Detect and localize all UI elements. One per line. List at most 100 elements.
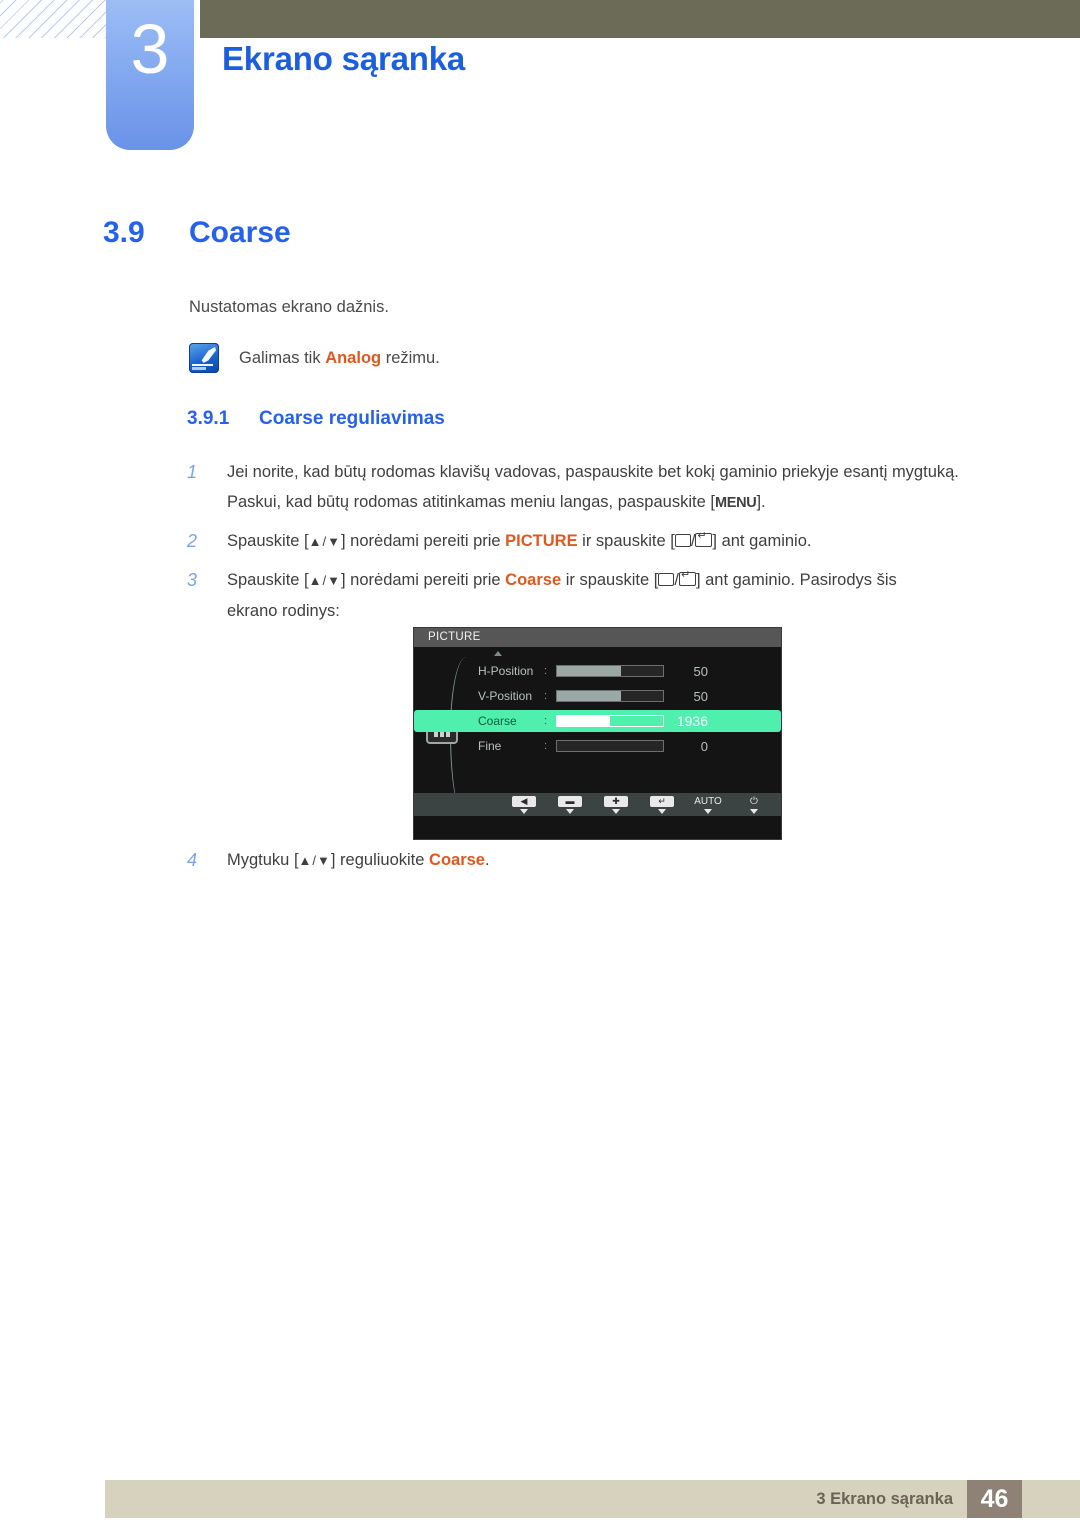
osd-slider[interactable] bbox=[556, 690, 664, 702]
updown-arrow-keys-icon: ▲/▼ bbox=[308, 534, 341, 549]
step-1-line-2-a: Paskui, kad būtų rodomas atitinkamas men… bbox=[227, 493, 715, 511]
step-text: Spauskite [▲/▼] norėdami pereiti prie PI… bbox=[227, 526, 1017, 557]
plus-button[interactable]: ✚ bbox=[601, 795, 631, 814]
scroll-up-arrow-icon bbox=[494, 651, 502, 656]
section-number: 3.9 bbox=[103, 216, 145, 249]
down-triangle-icon bbox=[612, 808, 620, 814]
section-heading: 3.9 Coarse bbox=[103, 216, 291, 250]
step-2-highlight: PICTURE bbox=[505, 532, 578, 550]
note-prefix: Galimas tik bbox=[239, 349, 326, 367]
down-triangle-icon bbox=[566, 808, 574, 814]
pen-line-shape bbox=[192, 364, 213, 366]
step-3-b: ] norėdami pereiti prie bbox=[341, 571, 506, 589]
back-button[interactable]: ◀ bbox=[509, 795, 539, 814]
note-suffix: režimu. bbox=[381, 349, 440, 367]
step-1-line-1: Jei norite, kad būtų rodomas klavišų vad… bbox=[227, 463, 959, 481]
step-2-e: ] ant gaminio. bbox=[712, 532, 812, 550]
step-4-c: . bbox=[484, 851, 490, 869]
osd-colon: : bbox=[544, 715, 548, 727]
osd-value: 0 bbox=[700, 738, 708, 754]
step-1-line-2-b: ]. bbox=[756, 493, 766, 511]
osd-slider[interactable] bbox=[556, 665, 664, 677]
enter-return-icon bbox=[678, 569, 696, 586]
osd-colon: : bbox=[544, 740, 548, 752]
instruction-steps: 1 Jei norite, kad būtų rodomas klavišų v… bbox=[187, 457, 1017, 634]
down-triangle-icon bbox=[520, 808, 528, 814]
power-button[interactable]: ⏻ bbox=[739, 796, 769, 814]
chapter-title: Ekrano sąranka bbox=[222, 40, 466, 77]
osd-row-coarse[interactable]: Coarse : 1936 bbox=[414, 710, 781, 732]
osd-menu-screenshot: PICTURE H-Position : 50 V-Position : 50 … bbox=[414, 628, 781, 839]
instruction-steps-continued: 4 Mygtuku [▲/▼] reguliuokite Coarse. bbox=[187, 845, 1017, 884]
source-box-icon bbox=[674, 534, 691, 547]
chapter-badge: 3 bbox=[106, 0, 194, 150]
note-text: Galimas tik Analog režimu. bbox=[239, 343, 440, 373]
page-number: 46 bbox=[967, 1480, 1022, 1518]
osd-row-h-position[interactable]: H-Position : 50 bbox=[414, 660, 781, 682]
auto-button[interactable]: AUTO bbox=[693, 796, 723, 814]
step-1: 1 Jei norite, kad būtų rodomas klavišų v… bbox=[187, 457, 1017, 518]
updown-arrow-keys-icon: ▲/▼ bbox=[308, 573, 341, 588]
osd-label: Coarse bbox=[478, 714, 517, 728]
pen-line-shadow-shape bbox=[192, 367, 206, 370]
enter-return-icon bbox=[695, 530, 713, 547]
osd-row-v-position[interactable]: V-Position : 50 bbox=[414, 685, 781, 707]
osd-value: 50 bbox=[693, 663, 708, 679]
step-4: 4 Mygtuku [▲/▼] reguliuokite Coarse. bbox=[187, 845, 1017, 876]
chapter-number: 3 bbox=[130, 10, 170, 88]
footer-chapter-label: 3 Ekrano sąranka bbox=[816, 1490, 953, 1508]
subsection-number: 3.9.1 bbox=[187, 408, 230, 429]
osd-label: H-Position bbox=[478, 664, 534, 678]
step-4-highlight: Coarse bbox=[429, 851, 485, 869]
step-text: Mygtuku [▲/▼] reguliuokite Coarse. bbox=[227, 845, 1017, 876]
step-3-c: ir spauskite [ bbox=[561, 571, 659, 589]
subsection-heading: 3.9.1 Coarse reguliavimas bbox=[187, 408, 445, 430]
step-2: 2 Spauskite [▲/▼] norėdami pereiti prie … bbox=[187, 526, 1017, 557]
step-number: 4 bbox=[187, 850, 198, 870]
osd-row-fine[interactable]: Fine : 0 bbox=[414, 735, 781, 757]
osd-value: 50 bbox=[693, 688, 708, 704]
minus-button[interactable]: ▬ bbox=[555, 795, 585, 814]
down-triangle-icon bbox=[704, 808, 712, 814]
step-text: Spauskite [▲/▼] norėdami pereiti prie Co… bbox=[227, 565, 1017, 626]
step-3-a: Spauskite [ bbox=[227, 571, 309, 589]
note-highlight: Analog bbox=[325, 349, 382, 367]
osd-slider[interactable] bbox=[556, 740, 664, 752]
section-intro-text: Nustatomas ekrano dažnis. bbox=[189, 298, 389, 316]
plus-icon: ✚ bbox=[604, 795, 628, 807]
minus-icon: ▬ bbox=[558, 795, 582, 807]
step-3: 3 Spauskite [▲/▼] norėdami pereiti prie … bbox=[187, 565, 1017, 626]
osd-value: 1936 bbox=[676, 713, 708, 729]
osd-label: V-Position bbox=[478, 689, 533, 703]
enter-icon: ↵ bbox=[650, 795, 674, 807]
down-triangle-icon bbox=[750, 808, 758, 814]
enter-button[interactable]: ↵ bbox=[647, 795, 677, 814]
step-number: 3 bbox=[187, 570, 198, 590]
step-number: 1 bbox=[187, 462, 198, 482]
step-4-b: ] reguliuokite bbox=[330, 851, 430, 869]
down-triangle-icon bbox=[658, 808, 666, 814]
source-box-icon bbox=[658, 573, 675, 586]
updown-arrow-keys-icon: ▲/▼ bbox=[298, 853, 331, 868]
osd-row-list: H-Position : 50 V-Position : 50 Coarse :… bbox=[414, 660, 781, 760]
osd-colon: : bbox=[544, 690, 548, 702]
osd-button-bar: ◀ ▬ ✚ ↵ AUTO ⏻ bbox=[414, 793, 781, 816]
header-bar bbox=[200, 0, 1080, 38]
auto-label: AUTO bbox=[694, 795, 722, 807]
osd-colon: : bbox=[544, 665, 548, 677]
osd-label: Fine bbox=[478, 739, 502, 753]
menu-key-label: MENU bbox=[714, 495, 757, 511]
step-4-a: Mygtuku [ bbox=[227, 851, 299, 869]
section-title: Coarse bbox=[189, 216, 291, 249]
osd-slider[interactable] bbox=[556, 715, 664, 727]
step-3-e: ] ant gaminio. Pasirodys šis bbox=[695, 571, 897, 589]
power-icon: ⏻ bbox=[750, 795, 758, 807]
step-text: Jei norite, kad būtų rodomas klavišų vad… bbox=[227, 457, 1017, 518]
step-2-b: ] norėdami pereiti prie bbox=[341, 532, 506, 550]
step-number: 2 bbox=[187, 531, 198, 551]
subsection-title: Coarse reguliavimas bbox=[259, 408, 445, 429]
corner-hatch-decoration bbox=[0, 0, 106, 38]
note-pen-icon bbox=[189, 343, 219, 373]
pen-nib-shape bbox=[201, 347, 216, 363]
step-2-a: Spauskite [ bbox=[227, 532, 309, 550]
